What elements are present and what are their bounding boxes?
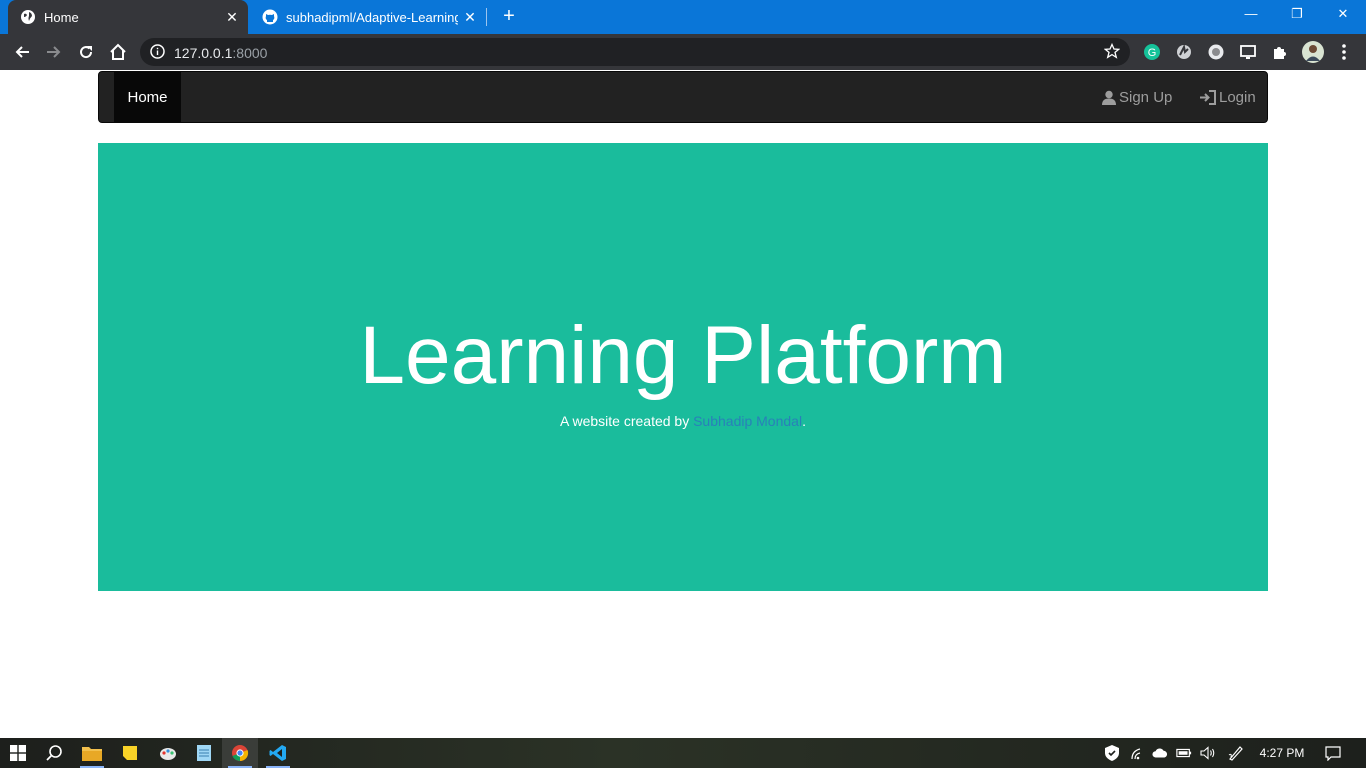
action-center-icon[interactable] <box>1325 745 1341 761</box>
browser-tab-strip: Home ✕ subhadipml/Adaptive-Learning-P ✕ … <box>0 0 1366 34</box>
svg-text:G: G <box>1148 47 1157 59</box>
github-icon <box>262 9 278 25</box>
close-icon[interactable]: ✕ <box>220 9 244 26</box>
tab-github[interactable]: subhadipml/Adaptive-Learning-P ✕ <box>250 0 486 34</box>
hero-title: Learning Platform <box>359 310 1007 401</box>
nav-login-link[interactable]: Login <box>1200 72 1256 122</box>
author-link[interactable]: Subhadip Mondal <box>693 413 802 429</box>
nav-signup-link[interactable]: Sign Up <box>1102 72 1172 122</box>
extension-icon[interactable] <box>1174 42 1194 62</box>
minimize-button[interactable]: — <box>1228 0 1274 30</box>
windows-taskbar: 4:27 PM <box>0 738 1366 768</box>
paint-icon[interactable] <box>150 738 186 768</box>
vscode-icon[interactable] <box>260 738 296 768</box>
extensions-puzzle-icon[interactable] <box>1270 42 1290 62</box>
new-tab-button[interactable]: + <box>498 5 520 27</box>
nav-signup-label: Sign Up <box>1119 88 1173 106</box>
bookmark-star-icon[interactable] <box>1103 42 1121 64</box>
byline-prefix: A website created by <box>560 413 694 429</box>
info-icon[interactable] <box>150 44 165 64</box>
url-text: 127.0.0.1:8000 <box>174 45 267 61</box>
notepad-icon[interactable] <box>186 738 222 768</box>
wifi-icon[interactable] <box>1130 745 1146 761</box>
tab-divider <box>486 8 487 26</box>
restore-button[interactable]: ❐ <box>1274 0 1320 30</box>
hero-byline: A website created by Subhadip Mondal. <box>98 413 1268 429</box>
file-explorer-icon[interactable] <box>74 738 110 768</box>
home-icon[interactable] <box>106 40 130 64</box>
onedrive-cloud-icon[interactable] <box>1152 745 1168 761</box>
user-icon <box>1102 90 1116 105</box>
browser-toolbar: 127.0.0.1:8000 G <box>0 34 1366 70</box>
url-host: 127.0.0.1 <box>174 45 233 61</box>
volume-icon[interactable] <box>1200 745 1216 761</box>
menu-kebab-icon[interactable] <box>1334 42 1354 62</box>
site-navbar: Home Sign Up Login <box>98 71 1268 123</box>
profile-avatar[interactable] <box>1302 41 1324 63</box>
hero-jumbotron: Learning Platform A website created by S… <box>98 143 1268 591</box>
back-icon[interactable] <box>10 40 34 64</box>
forward-icon[interactable] <box>42 40 66 64</box>
reload-icon[interactable] <box>74 40 98 64</box>
chrome-icon[interactable] <box>222 738 258 768</box>
address-bar[interactable]: 127.0.0.1:8000 <box>140 38 1130 66</box>
security-shield-icon[interactable] <box>1104 745 1120 761</box>
globe-icon <box>20 9 36 25</box>
tab-home[interactable]: Home ✕ <box>8 0 248 34</box>
record-icon[interactable] <box>1206 42 1226 62</box>
battery-icon[interactable] <box>1176 745 1192 761</box>
tab-title: subhadipml/Adaptive-Learning-P <box>286 9 458 25</box>
byline-suffix: . <box>802 413 806 429</box>
grammarly-icon[interactable]: G <box>1142 42 1162 62</box>
cast-icon[interactable] <box>1238 42 1258 62</box>
taskbar-clock[interactable]: 4:27 PM <box>1254 738 1310 768</box>
close-icon[interactable]: ✕ <box>458 9 482 26</box>
nav-home-link[interactable]: Home <box>114 72 181 122</box>
search-icon[interactable] <box>36 738 72 768</box>
sticky-notes-icon[interactable] <box>112 738 148 768</box>
nav-login-label: Login <box>1219 88 1256 106</box>
windows-start-icon[interactable] <box>0 738 36 768</box>
close-window-button[interactable]: ✕ <box>1320 0 1366 30</box>
login-icon <box>1200 89 1216 105</box>
tab-title: Home <box>44 9 79 25</box>
url-port: :8000 <box>232 45 268 61</box>
pen-workspace-icon[interactable] <box>1228 745 1244 761</box>
